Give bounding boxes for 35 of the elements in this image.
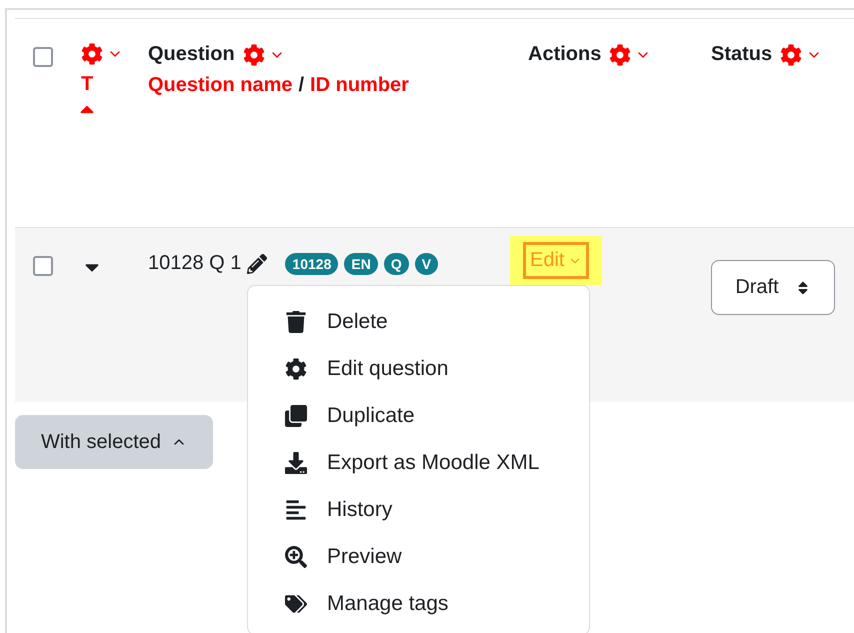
badge: 10128 — [285, 252, 338, 274]
separator: / — [298, 74, 304, 97]
badge: V — [414, 252, 438, 274]
status-select[interactable]: Draft — [711, 260, 835, 315]
menu-item[interactable]: Manage tags — [248, 580, 589, 627]
sort-link[interactable]: T — [81, 73, 94, 96]
sort-link[interactable]: ID number — [310, 74, 409, 97]
sort-link[interactable]: Question name — [148, 74, 292, 97]
menu-item[interactable]: Duplicate — [248, 392, 589, 439]
copy-icon — [285, 404, 307, 426]
lines-icon — [285, 498, 307, 520]
menu-item[interactable]: Preview — [248, 533, 589, 580]
download-icon — [285, 452, 307, 474]
gear-icon — [285, 358, 307, 380]
badge: Q — [384, 252, 409, 274]
menu-item[interactable]: History — [248, 486, 589, 533]
pencil-icon[interactable] — [247, 254, 268, 274]
column-header: Question — [148, 43, 235, 66]
menu-item[interactable]: Delete — [248, 298, 589, 345]
menu-item[interactable]: Edit question — [248, 345, 589, 392]
trash-icon — [285, 310, 307, 332]
badge: EN — [344, 252, 378, 274]
gear-icon[interactable] — [609, 44, 632, 66]
row-checkbox[interactable] — [33, 256, 53, 276]
question-name: 10128 Q 1 — [148, 252, 242, 275]
gear-icon[interactable] — [780, 44, 802, 66]
menu-item[interactable]: Export as Moodle XML — [248, 439, 589, 486]
gear-icon[interactable] — [81, 43, 103, 65]
with-selected-button[interactable]: With selected — [15, 415, 213, 469]
select-all-checkbox[interactable] — [33, 47, 53, 67]
tags-icon — [285, 592, 307, 614]
column-header: Status — [711, 43, 772, 66]
gear-icon[interactable] — [242, 44, 265, 66]
column-header: Actions — [528, 43, 602, 66]
zoom-in-icon — [285, 546, 307, 568]
